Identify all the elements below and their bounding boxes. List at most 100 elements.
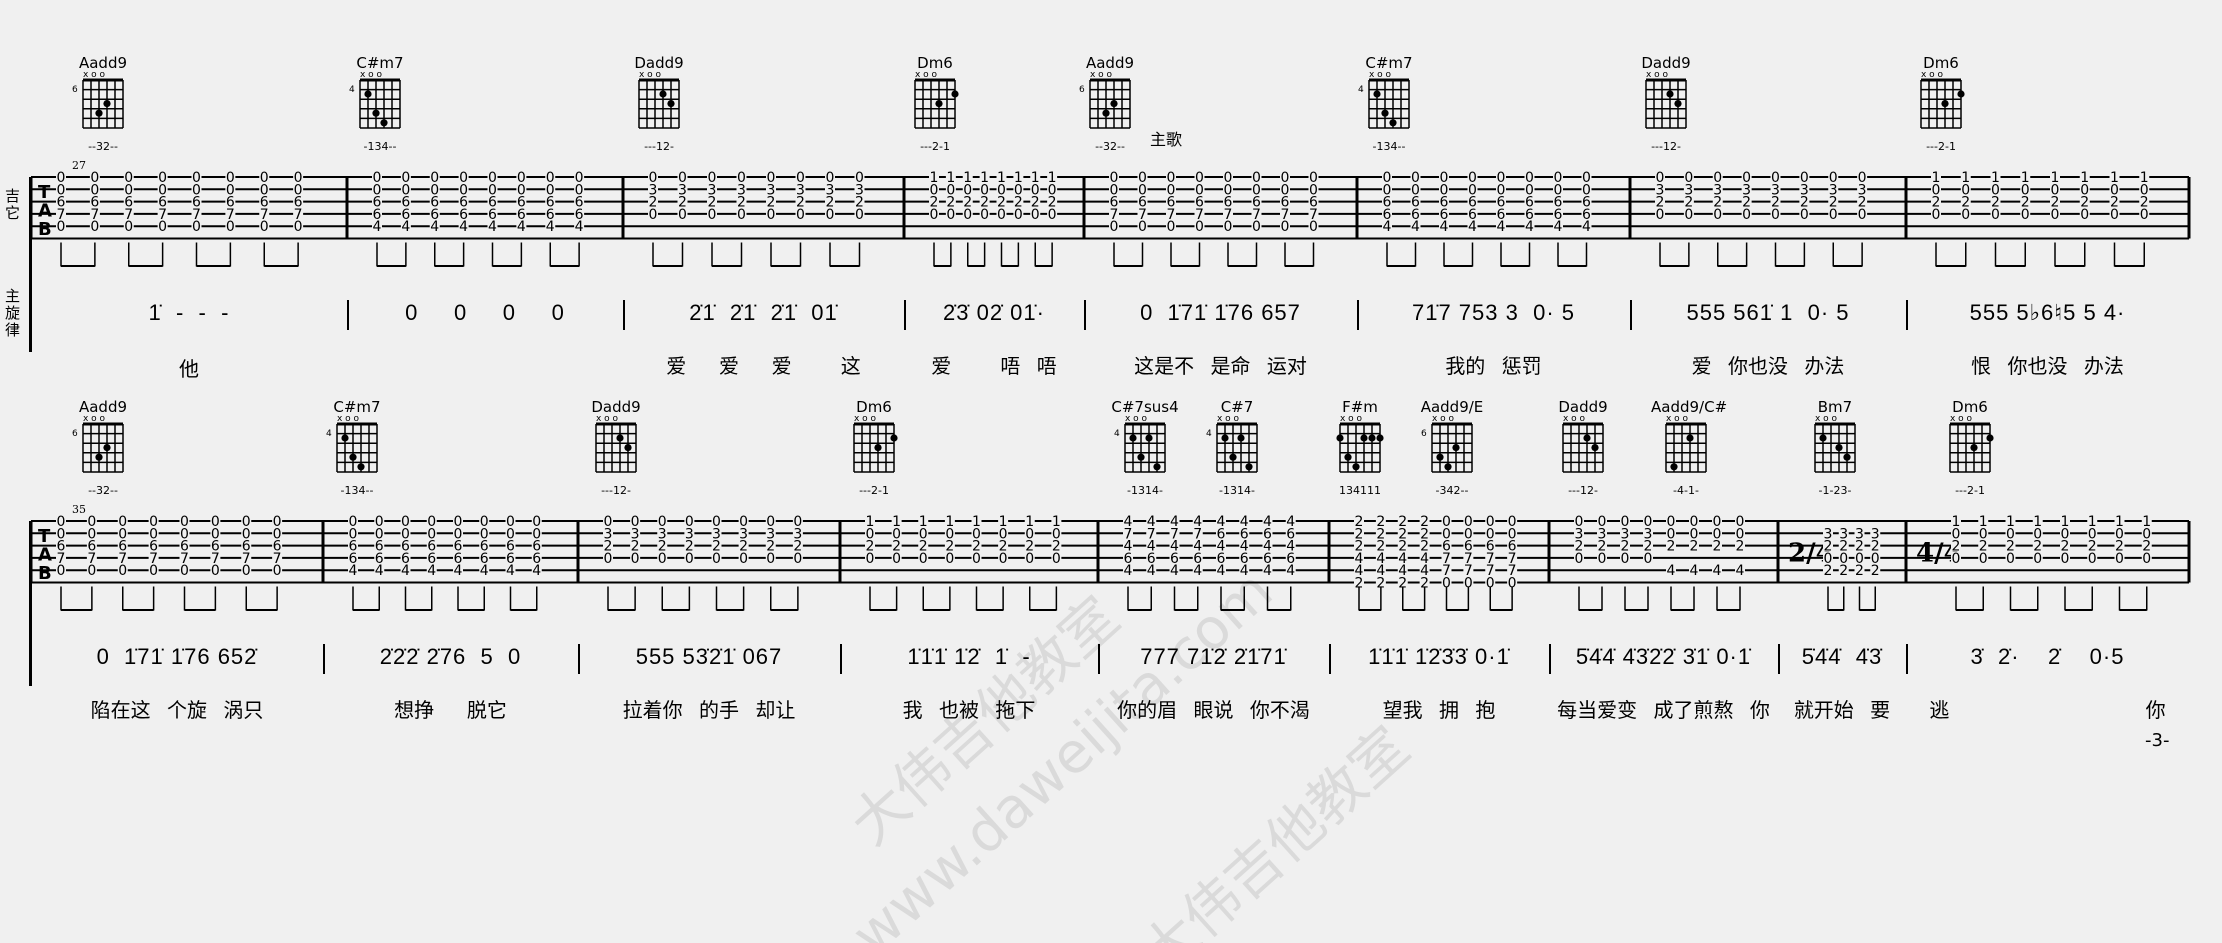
tab-fret-number: 0 [57, 563, 66, 579]
tab-fret-number: 4 [454, 563, 463, 579]
tab-fret-number: 4 [1525, 219, 1534, 235]
lyrics: 你的眉 眼说 你不渴 [1117, 698, 1310, 722]
fretboard-grid: x o o [1814, 414, 1856, 473]
lyrics: 爱 唔 唔 [931, 354, 1057, 378]
tab-fret-number: 0 [737, 207, 746, 223]
svg-text:x o o: x o o [1340, 416, 1363, 424]
tab-fret-number: 2 [1736, 539, 1745, 555]
fretboard-grid: x o o 6 [72, 414, 124, 473]
chord-name: C#7 [1220, 398, 1254, 416]
chord-fingering: --32-- [88, 140, 118, 153]
tab-fret-number: 0 [963, 207, 972, 223]
svg-text:x o o: x o o [1369, 72, 1392, 80]
tab-fret-number: 0 [2142, 551, 2151, 567]
tab-fret-number: 0 [685, 551, 694, 567]
chord-name: Dadd9 [1641, 54, 1691, 72]
tab-fret-number: 0 [892, 551, 901, 567]
tab-fret-number: 0 [180, 563, 189, 579]
melody-notation: 555 561̇ 1 0· 5 [1686, 300, 1850, 325]
melody-notation: 777 71̇2̇ 2̇1̇71̇ [1140, 644, 1287, 669]
tab-fret-number: 4 [373, 219, 382, 235]
tab-sheet-page: 吉它 主旋律 主歌 -3- 大伟吉他教室 www.daweijita.com 大… [0, 0, 2222, 943]
melody-notation: 0 1̇71̇ 1̇76 657 [1140, 300, 1301, 325]
melody-barline [623, 300, 625, 330]
chord-diagram: Dm6 x o o ---2-1 [900, 54, 970, 153]
tab-fret-number: 0 [118, 563, 127, 579]
tab-fret-number: 2 [1690, 539, 1699, 555]
tab-fret-number: 0 [708, 207, 717, 223]
svg-text:B: B [38, 219, 52, 240]
svg-text:6: 6 [1079, 85, 1085, 95]
chord-diagram: Aadd9 x o o 6 --32-- [68, 398, 138, 497]
chord-diagram: Dadd9 x o o ---12- [1631, 54, 1701, 153]
chord-fingering: ---2-1 [1926, 140, 1956, 153]
melody-barline [1906, 300, 1908, 330]
tab-fret-number: 4 [480, 563, 489, 579]
chord-fingering: -1-23- [1818, 484, 1852, 497]
fretboard-grid: x o o [1949, 414, 1994, 473]
melody-notation: 555 5♭6♮5 5 4· [1969, 300, 2126, 325]
lyrics: 就开始 要 [1793, 698, 1891, 722]
tab-fret-number: 4 [546, 219, 555, 235]
tab-fret-number: 0 [226, 219, 235, 235]
tab-fret-number: 0 [1991, 207, 2000, 223]
fretboard-grid: x o o [1920, 70, 1965, 129]
tab-fret-number: 4 [1263, 563, 1272, 579]
chord-diagram: C#7 x o o 4 -1314- [1202, 398, 1272, 497]
melody-barline [904, 300, 906, 330]
tab-fret-number: 0 [1048, 207, 1057, 223]
fretboard-grid: x o o [638, 70, 680, 129]
tab-fret-number: 4 [427, 563, 436, 579]
tab-fret-number: 0 [826, 207, 835, 223]
tab-fret-number: 4 [1147, 563, 1156, 579]
tab-fret-number: 4 [1217, 563, 1226, 579]
tab-fret-number: 0 [631, 551, 640, 567]
track-label-melody: 主旋律 [3, 288, 21, 339]
chord-name: F#m [1342, 398, 1378, 416]
tab-fret-number: 0 [1167, 219, 1176, 235]
fretboard-grid: x o o [914, 70, 959, 129]
tab-fret-number: 4 [1193, 563, 1202, 579]
tab-fret-number: 0 [1829, 207, 1838, 223]
tab-staff: TAB0067000670006700067000670006700067000… [29, 514, 2191, 611]
svg-text:x o o: x o o [596, 416, 619, 424]
tab-fret-number: 0 [1713, 207, 1722, 223]
tab-fret-number: 0 [2140, 207, 2149, 223]
chord-name: Dadd9 [634, 54, 684, 72]
melody-notation: 71̇7 753 3 0· 5 [1411, 300, 1575, 325]
chord-diagram: C#m7 x o o 4 -134-- [1354, 54, 1424, 153]
chord-diagram: Aadd9 x o o 6 --32-- [68, 54, 138, 153]
lyrics: 每当爱变 成了煎熬 你 [1557, 698, 1770, 722]
melody-barline [1630, 300, 1632, 330]
tab-fret-number: 0 [90, 219, 99, 235]
chord-fingering: ---2-1 [920, 140, 950, 153]
melody-notation: 2̇3̇ 02̇ 01̇· [943, 300, 1045, 325]
chord-name: Aadd9/E [1420, 398, 1484, 416]
chord-name: Dm6 [856, 398, 892, 416]
tab-fret-number: 0 [649, 207, 658, 223]
chord-diagram: Dadd9 x o o ---12- [1548, 398, 1618, 497]
chord-diagram: C#7sus4 x o o 4 -1314- [1110, 398, 1180, 497]
tab-fret-number: 4 [430, 219, 439, 235]
melody-barline [840, 644, 842, 674]
melody-barline [578, 644, 580, 674]
tab-fret-number: 0 [972, 551, 981, 567]
lyrics: 拉着你 的手 却让 [622, 698, 796, 722]
melody-barline [1084, 300, 1086, 330]
fretboard-grid: x o o [1645, 70, 1687, 129]
fretboard-grid: x o o 4 [349, 70, 401, 129]
tab-fret-number: 2 [1839, 563, 1848, 579]
tab-fret-number: 4 [1736, 563, 1745, 579]
lyrics: 逃 你 [1929, 698, 2166, 722]
lyrics: 他 [179, 357, 199, 381]
tab-fret-number: 2 [1855, 563, 1864, 579]
chord-name: Aadd9 [78, 398, 128, 416]
tab-fret-number: 4 [375, 563, 384, 579]
chord-fingering: -1314- [1127, 484, 1163, 497]
tab-fret-number: 0 [2051, 207, 2060, 223]
chord-name: C#m7 [333, 398, 381, 416]
tab-fret-number: 0 [855, 207, 864, 223]
chord-fingering: ---12- [1651, 140, 1681, 153]
tab-fret-number: 2 [1871, 563, 1880, 579]
melody-notation: 555 53̇2̇1̇ 067 [635, 644, 783, 669]
